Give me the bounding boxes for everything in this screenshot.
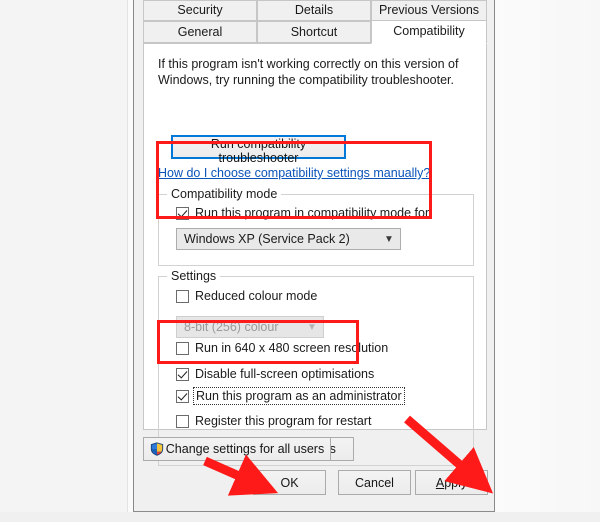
desktop-backdrop-left bbox=[0, 0, 128, 522]
disable-fullscreen-optimisations-label: Disable full-screen optimisations bbox=[195, 367, 375, 381]
register-for-restart-checkbox[interactable] bbox=[176, 414, 189, 428]
compatibility-tab-page: If this program isn't working correctly … bbox=[143, 43, 487, 466]
tab-previous-versions[interactable]: Previous Versions bbox=[371, 0, 487, 21]
low-resolution-checkbox-row[interactable]: Run in 640 x 480 screen resolution bbox=[176, 341, 388, 355]
cancel-button[interactable]: Cancel bbox=[338, 470, 411, 495]
apply-label-rest: pply bbox=[444, 475, 468, 490]
colour-depth-dropdown: 8-bit (256) colour ▼ bbox=[176, 316, 324, 338]
register-for-restart-checkbox-row[interactable]: Register this program for restart bbox=[176, 414, 371, 428]
settings-group-title: Settings bbox=[167, 269, 221, 283]
intro-text: If this program isn't working correctly … bbox=[158, 57, 459, 87]
chevron-down-icon: ▼ bbox=[307, 321, 317, 333]
tab-strip: Security Details Previous Versions Gener… bbox=[143, 0, 487, 48]
desktop-backdrop-bottom bbox=[0, 512, 600, 522]
run-as-administrator-checkbox-row[interactable]: Run this program as an administrator bbox=[176, 387, 405, 405]
tab-shortcut[interactable]: Shortcut bbox=[257, 21, 371, 43]
register-for-restart-label: Register this program for restart bbox=[195, 414, 372, 428]
run-in-compatibility-mode-label: Run this program in compatibility mode f… bbox=[195, 206, 433, 220]
tab-compatibility[interactable]: Compatibility bbox=[371, 20, 487, 44]
run-as-administrator-checkbox[interactable] bbox=[176, 389, 189, 403]
apply-accelerator: A bbox=[435, 475, 445, 490]
tab-security[interactable]: Security bbox=[143, 0, 257, 21]
properties-dialog: Security Details Previous Versions Gener… bbox=[133, 0, 495, 512]
choose-settings-manually-link[interactable]: How do I choose compatibility settings m… bbox=[158, 166, 430, 180]
tab-details[interactable]: Details bbox=[257, 0, 371, 21]
run-in-compatibility-mode-checkbox-row[interactable]: Run this program in compatibility mode f… bbox=[176, 206, 433, 220]
colour-depth-value: 8-bit (256) colour bbox=[184, 320, 279, 334]
compatibility-os-value: Windows XP (Service Pack 2) bbox=[184, 232, 350, 246]
compatibility-mode-group-title: Compatibility mode bbox=[167, 187, 282, 201]
tab-general[interactable]: General bbox=[143, 21, 257, 43]
chevron-down-icon: ▼ bbox=[384, 233, 394, 245]
compatibility-os-dropdown[interactable]: Windows XP (Service Pack 2) ▼ bbox=[176, 228, 401, 250]
change-settings-for-all-users-label: Change settings for all users bbox=[165, 442, 325, 456]
uac-shield-icon bbox=[150, 442, 163, 456]
reduced-colour-mode-checkbox-row[interactable]: Reduced colour mode bbox=[176, 289, 317, 303]
run-as-administrator-label: Run this program as an administrator bbox=[193, 387, 405, 405]
apply-button[interactable]: Apply bbox=[415, 470, 488, 495]
reduced-colour-mode-label: Reduced colour mode bbox=[195, 289, 318, 303]
low-resolution-checkbox[interactable] bbox=[176, 341, 189, 355]
run-in-compatibility-mode-checkbox[interactable] bbox=[176, 206, 189, 220]
change-settings-for-all-users-button[interactable]: Change settings for all users bbox=[143, 437, 331, 461]
run-compatibility-troubleshooter-button[interactable]: Run compatibility troubleshooter bbox=[171, 135, 346, 165]
ok-button[interactable]: OK bbox=[253, 470, 326, 495]
disable-fullscreen-optimisations-checkbox-row[interactable]: Disable full-screen optimisations bbox=[176, 367, 374, 381]
reduced-colour-mode-checkbox[interactable] bbox=[176, 289, 189, 303]
disable-fullscreen-optimisations-checkbox[interactable] bbox=[176, 367, 189, 381]
low-resolution-label: Run in 640 x 480 screen resolution bbox=[195, 341, 389, 355]
